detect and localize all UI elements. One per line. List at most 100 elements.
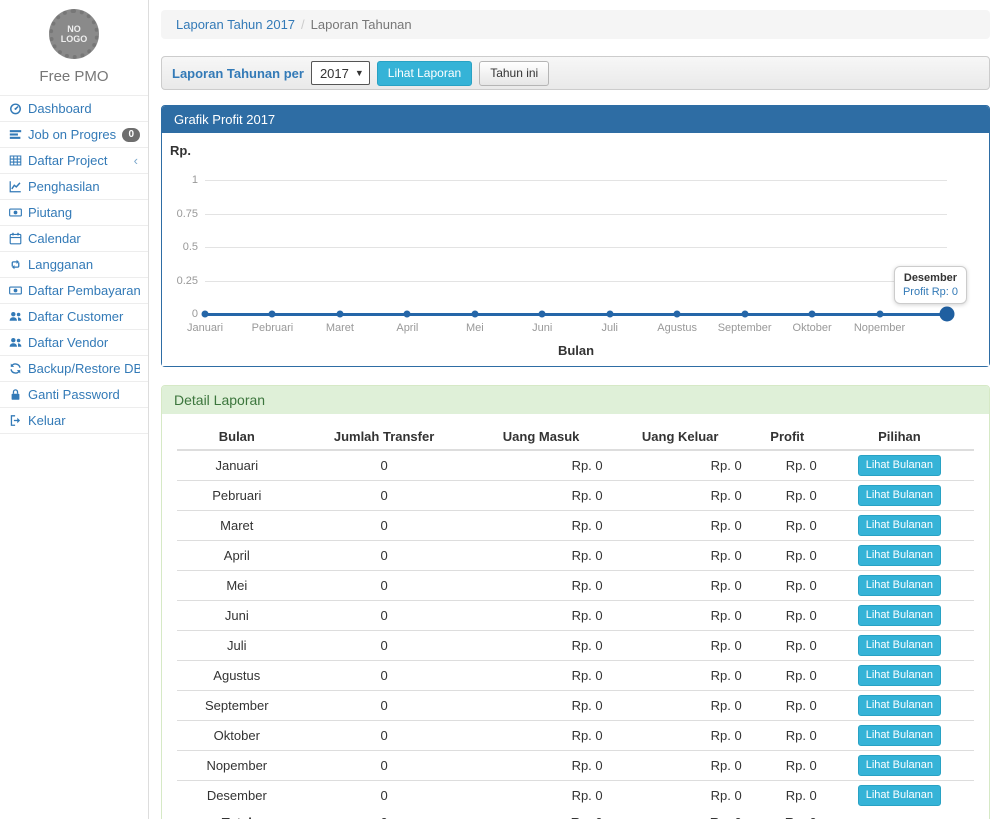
chart-gridline <box>205 180 947 181</box>
sidebar-item-penghasilan[interactable]: Penghasilan <box>0 174 148 200</box>
sidebar-item-daftar-project[interactable]: Daftar Project‹ <box>0 148 148 174</box>
sidebar-item-label: Daftar Vendor <box>28 335 140 350</box>
sidebar-item-dashboard[interactable]: Dashboard <box>0 96 148 122</box>
cell-uang-masuk: Rp. 0 <box>472 511 611 541</box>
cell-jumlah-transfer: 0 <box>297 661 472 691</box>
cell-jumlah-transfer: 0 <box>297 541 472 571</box>
sidebar-item-daftar-customer[interactable]: Daftar Customer <box>0 304 148 330</box>
table-row-pebruari: Pebruari0Rp. 0Rp. 0Rp. 0Lihat Bulanan <box>177 481 974 511</box>
view-monthly-button-maret[interactable]: Lihat Bulanan <box>858 515 941 536</box>
sidebar-item-daftar-vendor[interactable]: Daftar Vendor <box>0 330 148 356</box>
cell-bulan: Januari <box>177 450 297 481</box>
view-monthly-button-pebruari[interactable]: Lihat Bulanan <box>858 485 941 506</box>
brand-name: Free PMO <box>0 59 148 95</box>
toolbar-label: Laporan Tahunan per <box>172 66 304 81</box>
chart-gridline <box>205 281 947 282</box>
sidebar-menu: Dashboard Job on Progress0Daftar Project‹… <box>0 95 148 434</box>
table-row-januari: Januari0Rp. 0Rp. 0Rp. 0Lihat Bulanan <box>177 450 974 481</box>
sidebar-item-daftar-pembayaran[interactable]: Daftar Pembayaran <box>0 278 148 304</box>
cell-uang-keluar: Rp. 0 <box>611 541 750 571</box>
users-icon <box>8 336 22 350</box>
breadcrumb-link-laporan-tahun[interactable]: Laporan Tahun 2017 <box>176 17 295 32</box>
sidebar-item-langganan[interactable]: Langganan <box>0 252 148 278</box>
cell-profit: Rp. 0 <box>750 571 825 601</box>
chart-y-axis-title: Rp. <box>170 143 191 158</box>
table-row-agustus: Agustus0Rp. 0Rp. 0Rp. 0Lihat Bulanan <box>177 661 974 691</box>
cell-bulan: Maret <box>177 511 297 541</box>
data-point-september[interactable] <box>741 311 748 318</box>
table-row-juni: Juni0Rp. 0Rp. 0Rp. 0Lihat Bulanan <box>177 601 974 631</box>
lock-icon <box>8 388 22 402</box>
data-point-april[interactable] <box>404 311 411 318</box>
cell-uang-masuk: Rp. 0 <box>472 450 611 481</box>
detail-panel-title: Detail Laporan <box>162 386 989 414</box>
sidebar-item-backup-restore-db[interactable]: Backup/Restore DB <box>0 356 148 382</box>
data-point-nopember[interactable] <box>876 311 883 318</box>
view-monthly-button-mei[interactable]: Lihat Bulanan <box>858 575 941 596</box>
sidebar-item-calendar[interactable]: Calendar <box>0 226 148 252</box>
profit-series-line <box>205 313 947 316</box>
view-monthly-button-juli[interactable]: Lihat Bulanan <box>858 635 941 656</box>
cell-profit: Rp. 0 <box>750 661 825 691</box>
view-monthly-button-nopember[interactable]: Lihat Bulanan <box>858 755 941 776</box>
cell-profit: Rp. 0 <box>750 751 825 781</box>
chart-gridline <box>205 247 947 248</box>
year-select-value: 2017 <box>320 66 349 81</box>
cell-bulan: Nopember <box>177 751 297 781</box>
sidebar-item-label: Backup/Restore DB <box>28 361 140 376</box>
view-monthly-button-oktober[interactable]: Lihat Bulanan <box>858 725 941 746</box>
data-point-pebruari[interactable] <box>269 311 276 318</box>
cell-profit: Rp. 0 <box>750 721 825 751</box>
breadcrumb: Laporan Tahun 2017/Laporan Tahunan <box>161 10 990 39</box>
view-monthly-button-agustus[interactable]: Lihat Bulanan <box>858 665 941 686</box>
chart-x-axis-title: Bulan <box>558 343 594 358</box>
sidebar-item-ganti-password[interactable]: Ganti Password <box>0 382 148 408</box>
view-monthly-button-desember[interactable]: Lihat Bulanan <box>858 785 941 806</box>
total-transfer: 0 <box>297 810 472 819</box>
data-point-mei[interactable] <box>471 311 478 318</box>
chart-y-tick-label: 0.5 <box>166 241 198 253</box>
sidebar-item-label: Calendar <box>28 231 140 246</box>
chart-tooltip-title: Desember <box>903 272 958 284</box>
cell-bulan: Desember <box>177 781 297 811</box>
total-uang-keluar: Rp. 0 <box>611 810 750 819</box>
chart-panel-title: Grafik Profit 2017 <box>162 106 989 133</box>
this-year-button[interactable]: Tahun ini <box>479 61 549 86</box>
data-point-desember[interactable] <box>940 307 955 322</box>
table-row-oktober: Oktober0Rp. 0Rp. 0Rp. 0Lihat Bulanan <box>177 721 974 751</box>
view-monthly-button-april[interactable]: Lihat Bulanan <box>858 545 941 566</box>
chart-x-tick-label: Mei <box>466 322 484 334</box>
view-monthly-button-januari[interactable]: Lihat Bulanan <box>858 455 941 476</box>
total-uang-masuk: Rp. 0 <box>472 810 611 819</box>
tasks-icon <box>8 128 22 142</box>
data-point-januari[interactable] <box>202 311 209 318</box>
chart-tooltip-value: Profit Rp: 0 <box>903 286 958 298</box>
cell-bulan: April <box>177 541 297 571</box>
data-point-maret[interactable] <box>336 311 343 318</box>
data-point-juli[interactable] <box>606 311 613 318</box>
data-point-juni[interactable] <box>539 311 546 318</box>
signout-icon <box>8 414 22 428</box>
chart-x-tick-label: Pebruari <box>252 322 294 334</box>
data-point-oktober[interactable] <box>809 311 816 318</box>
cell-jumlah-transfer: 0 <box>297 781 472 811</box>
view-monthly-button-juni[interactable]: Lihat Bulanan <box>858 605 941 626</box>
view-report-button[interactable]: Lihat Laporan <box>377 61 472 86</box>
cell-bulan: Oktober <box>177 721 297 751</box>
cell-bulan: September <box>177 691 297 721</box>
sidebar-item-job-on-progress[interactable]: Job on Progress0 <box>0 122 148 148</box>
table-row-juli: Juli0Rp. 0Rp. 0Rp. 0Lihat Bulanan <box>177 631 974 661</box>
view-monthly-button-september[interactable]: Lihat Bulanan <box>858 695 941 716</box>
sidebar-item-keluar[interactable]: Keluar <box>0 408 148 434</box>
sidebar-item-piutang[interactable]: Piutang <box>0 200 148 226</box>
profit-line-chart: Rp. Desember Profit Rp: 0 10.750.50.250J… <box>162 133 989 366</box>
table-row-desember: Desember0Rp. 0Rp. 0Rp. 0Lihat Bulanan <box>177 781 974 811</box>
logo-container: NO LOGO <box>0 0 148 59</box>
data-point-agustus[interactable] <box>674 311 681 318</box>
caret-down-icon: ▼ <box>355 68 364 78</box>
sidebar-item-label: Dashboard <box>28 101 140 116</box>
cell-uang-keluar: Rp. 0 <box>611 721 750 751</box>
sidebar-item-label: Ganti Password <box>28 387 140 402</box>
year-select[interactable]: 2017 ▼ <box>311 61 370 85</box>
cell-bulan: Juli <box>177 631 297 661</box>
